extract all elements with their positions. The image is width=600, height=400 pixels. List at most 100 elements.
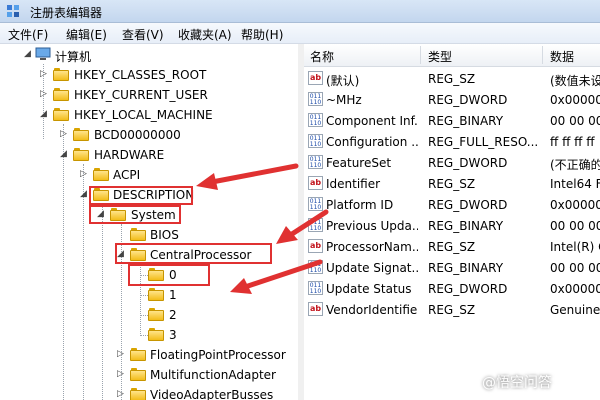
cell-data: ff ff ff ff <box>550 135 595 149</box>
expand-icon[interactable]: ▷ <box>39 90 48 99</box>
string-value-icon: ab <box>308 302 323 316</box>
menu-help[interactable]: 帮助(H) <box>241 26 283 43</box>
cell-type: REG_DWORD <box>428 198 508 212</box>
cell-data: 0x000000 <box>550 198 600 212</box>
folder-icon <box>130 348 146 361</box>
menu-favorites[interactable]: 收藏夹(A) <box>178 26 232 43</box>
cell-type: REG_SZ <box>428 240 476 254</box>
table-row[interactable]: 011 110 Previous Upda... REG_BINARY 00 00 0… <box>304 215 600 236</box>
cell-data: Intel64 F <box>550 177 600 191</box>
tree-node-video-adapter-busses[interactable]: ▷ VideoAdapterBusses <box>0 387 298 400</box>
values-list-pane[interactable]: 名称 类型 数据 ab (默认) REG_SZ (数值未设 011 110 ~MHz REG… <box>304 44 600 400</box>
column-divider[interactable] <box>420 46 421 64</box>
tree-node-hkey-current-user[interactable]: ▷ HKEY_CURRENT_USER <box>0 87 220 105</box>
folder-icon <box>148 328 164 341</box>
tree-guide-line <box>140 335 148 336</box>
expand-icon[interactable]: ▷ <box>116 370 125 379</box>
table-row[interactable]: ab Identifier REG_SZ Intel64 F <box>304 173 600 194</box>
cell-name: Component Inf... <box>326 114 418 128</box>
tree-node-multifunction-adapter[interactable]: ▷ MultifunctionAdapter <box>0 367 298 385</box>
window-title: 注册表编辑器 <box>30 6 103 20</box>
tree-node-hkey-local-machine[interactable]: ◢ HKEY_LOCAL_MACHINE <box>0 107 240 125</box>
table-row[interactable]: ab VendorIdentifier REG_SZ GenuineI <box>304 299 600 320</box>
menu-view[interactable]: 查看(V) <box>122 26 164 43</box>
menu-edit[interactable]: 编辑(E) <box>66 26 107 43</box>
table-row[interactable]: 011 110Update Status REG_DWORD 0x000000 <box>304 278 600 299</box>
tree-guide-line <box>140 315 148 316</box>
expand-icon[interactable]: ▷ <box>116 350 125 359</box>
binary-value-icon: 011 110 <box>308 92 323 106</box>
cell-type: REG_BINARY <box>428 261 504 275</box>
binary-value-icon: 011 110 <box>308 113 323 127</box>
collapse-icon[interactable]: ◢ <box>59 150 68 159</box>
cell-data: (不正确的 <box>550 158 600 172</box>
folder-icon <box>93 168 109 181</box>
tree-node-processor-1[interactable]: 1 <box>0 287 200 305</box>
cell-type: REG_DWORD <box>428 156 508 170</box>
tree-label: ACPI <box>113 168 141 182</box>
table-row[interactable]: abProcessorNam... REG_SZ Intel(R) C <box>304 236 600 257</box>
tree-label: HKEY_LOCAL_MACHINE <box>74 108 213 122</box>
folder-icon <box>53 68 69 81</box>
tree-node-floating-point-processor[interactable]: ▷ FloatingPointProcessor <box>0 347 298 365</box>
tree-label: 1 <box>169 288 177 302</box>
tree-label: HARDWARE <box>94 148 165 162</box>
tree-node-hkey-classes-root[interactable]: ▷ HKEY_CLASSES_ROOT <box>0 67 220 85</box>
tree-label: VideoAdapterBusses <box>150 388 274 400</box>
expand-icon[interactable]: ▷ <box>59 130 68 139</box>
cell-name: VendorIdentifier <box>326 303 418 317</box>
cell-data: 00 00 00 <box>550 261 600 275</box>
cell-data: 00 00 00 <box>550 114 600 128</box>
expand-icon[interactable]: ▷ <box>39 70 48 79</box>
table-row[interactable]: 011 110 Configuration ... REG_FULL_RESO...… <box>304 131 600 152</box>
tree-node-bcd[interactable]: ▷ BCD00000000 <box>0 127 200 145</box>
column-header-name[interactable]: 名称 <box>310 48 334 65</box>
cell-type: REG_DWORD <box>428 93 508 107</box>
column-header-data[interactable]: 数据 <box>550 48 574 65</box>
cell-data: GenuineI <box>550 303 600 317</box>
folder-icon <box>53 88 69 101</box>
tree-label: MultifunctionAdapter <box>150 368 276 382</box>
table-row[interactable]: 011 110~MHz REG_DWORD 0x000004 <box>304 89 600 110</box>
cell-type: REG_FULL_RESO... <box>428 135 539 149</box>
cell-type: REG_SZ <box>428 303 476 317</box>
cell-data: 00 00 00 <box>550 219 600 233</box>
watermark: @悟空问答 <box>482 375 552 391</box>
column-divider[interactable] <box>542 46 543 64</box>
string-value-icon: ab <box>308 71 323 85</box>
binary-value-icon: 011 110 <box>308 134 323 148</box>
collapse-icon[interactable]: ◢ <box>23 50 32 59</box>
cell-name: Identifier <box>326 177 381 191</box>
tree-node-processor-3[interactable]: 3 <box>0 327 200 345</box>
table-row[interactable]: 011 110 Update Signat... REG_BINARY 00 00 0… <box>304 257 600 278</box>
table-row[interactable]: 011 110 FeatureSet REG_DWORD (不正确的 <box>304 152 600 173</box>
string-value-icon: ab <box>308 239 323 253</box>
cell-type: REG_SZ <box>428 72 476 86</box>
table-row[interactable]: 011 110Platform ID REG_DWORD 0x000000 <box>304 194 600 215</box>
expand-icon[interactable]: ▷ <box>79 170 88 179</box>
table-row[interactable]: 011 110 Component Inf... REG_BINARY 00 00 0… <box>304 110 600 131</box>
tree-node-acpi[interactable]: ▷ ACPI <box>0 167 200 185</box>
tree-node-processor-2[interactable]: 2 <box>0 307 200 325</box>
cell-type: REG_SZ <box>428 177 476 191</box>
regedit-app-icon[interactable] <box>6 4 20 18</box>
tree-label: BCD00000000 <box>94 128 181 142</box>
highlight-box-central-processor <box>115 243 272 264</box>
menu-file[interactable]: 文件(F) <box>8 26 48 43</box>
tree-label: 2 <box>169 308 177 322</box>
string-value-icon: ab <box>308 176 323 190</box>
binary-value-icon: 011 110 <box>308 218 323 232</box>
table-row[interactable]: ab (默认) REG_SZ (数值未设 <box>304 68 600 89</box>
cell-name: Configuration ... <box>326 135 418 149</box>
tree-node-hardware[interactable]: ◢ HARDWARE <box>0 147 200 165</box>
collapse-icon[interactable]: ◢ <box>79 190 88 199</box>
column-header-type[interactable]: 类型 <box>428 48 452 65</box>
list-header: 名称 类型 数据 <box>304 44 600 67</box>
highlight-box-system <box>89 205 181 224</box>
collapse-icon[interactable]: ◢ <box>39 110 48 119</box>
folder-icon <box>73 148 89 161</box>
folder-icon <box>73 128 89 141</box>
expand-icon[interactable]: ▷ <box>116 390 125 399</box>
tree-label: FloatingPointProcessor <box>150 348 286 362</box>
tree-node-computer[interactable]: ◢ 计算机 <box>0 47 200 65</box>
